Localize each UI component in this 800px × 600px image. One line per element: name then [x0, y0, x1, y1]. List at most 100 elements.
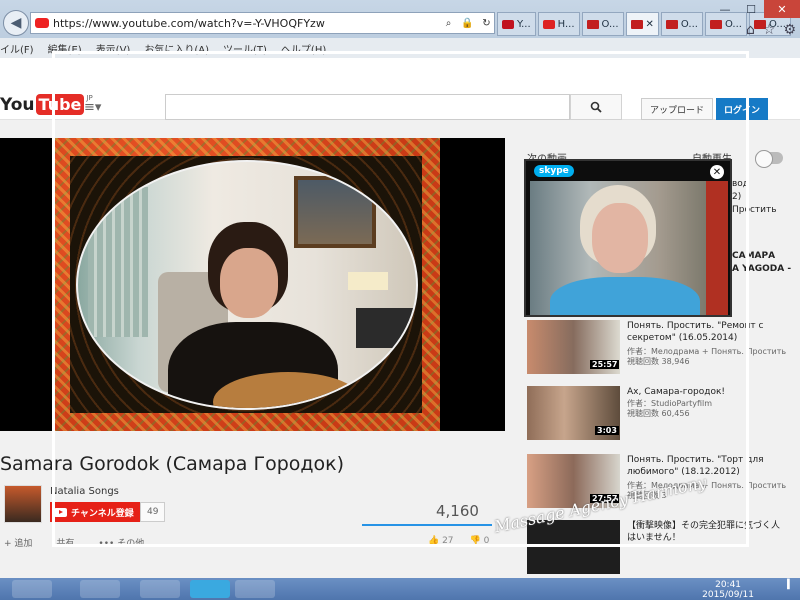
like-controls: 👍 27 👎 0 [428, 536, 489, 546]
favorites-star-icon[interactable]: ☆ [763, 22, 776, 38]
caller-body [550, 277, 700, 315]
related-title: 【衝撃映像】その完全犯罪に気づく人はいません！ [627, 521, 781, 543]
browser-tools: ⌂ ☆ ⚙ [746, 22, 796, 38]
tab[interactable]: H... [537, 12, 580, 36]
partial-rec-line: 2) [732, 192, 742, 202]
upload-button[interactable]: アップロード [641, 98, 714, 120]
tab-active[interactable]: ✕ [625, 12, 659, 36]
related-views: 視聴回数 60,456 [627, 409, 690, 418]
menu-item-edit[interactable]: 編集(E) [48, 41, 82, 56]
clock-date: 2015/09/11 [702, 590, 754, 600]
share-button[interactable]: 共有 [56, 536, 74, 549]
clock-time: 20:41 [715, 580, 742, 590]
subscriber-count: 49 [140, 502, 166, 522]
skype-bg-red [706, 181, 728, 315]
settings-gear-icon[interactable]: ⚙ [783, 22, 796, 38]
youtube-play-icon [54, 507, 67, 517]
autoplay-toggle[interactable] [755, 150, 783, 168]
search-input[interactable] [165, 94, 570, 120]
address-bar[interactable]: https://www.youtube.com/watch?v=-Y-VHOQF… [30, 12, 495, 34]
like-count: 27 [442, 536, 454, 546]
window-controls: — ☐ ✕ [712, 0, 800, 18]
search-icon[interactable]: ⌕ [441, 18, 456, 29]
logo-you-text: You [0, 94, 35, 115]
taskbar-skype-icon[interactable] [190, 580, 230, 598]
tab-close-icon[interactable]: ✕ [646, 19, 654, 30]
related-title: Понять. Простить. "Торт для любимого" (1… [627, 455, 764, 477]
menu-item-favorites[interactable]: お気に入り(A) [144, 41, 209, 56]
youtube-favicon-icon [665, 19, 678, 29]
partial-rec-line: A YAGODA - [732, 264, 792, 274]
skype-video-feed [530, 181, 728, 315]
skype-logo: skype [534, 165, 574, 177]
video-scene [76, 160, 418, 410]
window-close-icon[interactable]: ✕ [764, 0, 800, 18]
more-button[interactable]: ••• その他 [98, 536, 144, 549]
tab-label: O... [680, 18, 698, 30]
related-video[interactable]: 3:03 Ах, Самара-городок! 作者：StudioPartyf… [527, 386, 792, 442]
singer-figure [158, 222, 363, 408]
url-text: https://www.youtube.com/watch?v=-Y-VHOQF… [53, 16, 325, 30]
menu-item-tools[interactable]: ツール(T) [223, 41, 267, 56]
scene-laptop [356, 308, 416, 348]
related-video[interactable]: 25:57 Понять. Простить. "Ремонт с секрет… [527, 320, 792, 376]
taskbar-item[interactable] [12, 580, 52, 598]
video-duration: 25:57 [590, 360, 620, 369]
partial-recommendation[interactable]: САМАРА A YAGODA - [732, 250, 792, 276]
dislike-count: 0 [483, 536, 490, 546]
logo-tube-text: Tube [35, 94, 85, 115]
scene-lamp [348, 272, 388, 290]
caller-face [592, 203, 648, 273]
subscribe-button[interactable]: チャンネル登録 [50, 502, 142, 522]
ornamental-frame [52, 138, 440, 431]
menu-item-help[interactable]: ヘルプ(H) [281, 41, 326, 56]
youtube-logo[interactable]: You Tube JP [0, 94, 93, 115]
video-actions: + 追加 共有 ••• その他 [4, 536, 144, 549]
tab-label: O... [724, 18, 742, 30]
partial-rec-line: САМАРА [732, 251, 776, 261]
maximize-icon[interactable]: ☐ [738, 0, 764, 18]
system-clock[interactable]: 20:41 2015/09/11 [702, 580, 754, 600]
youtube-header: You Tube JP ≡▾ アップロード ログイン [0, 58, 800, 120]
menu-item-view[interactable]: 表示(V) [96, 41, 131, 56]
taskbar-item[interactable] [235, 580, 275, 598]
back-button[interactable]: ◀ [3, 10, 29, 36]
tab-label: H... [557, 18, 575, 30]
tab[interactable]: Y... [497, 12, 536, 36]
channel-avatar[interactable] [4, 485, 42, 523]
tab[interactable]: O... [660, 12, 703, 36]
subscribe-label: チャンネル登録 [71, 508, 134, 519]
menu-bar: イル(F) 編集(E) 表示(V) お気に入り(A) ツール(T) ヘルプ(H) [0, 38, 800, 58]
partial-recommendation[interactable]: вод 2) Простить [732, 178, 792, 217]
add-to-button[interactable]: + 追加 [4, 536, 32, 549]
refresh-icon[interactable]: ↻ [479, 18, 494, 29]
youtube-favicon-icon [35, 18, 49, 28]
channel-name[interactable]: Natalia Songs [50, 486, 119, 497]
dislike-button[interactable]: 👎 0 [470, 536, 490, 546]
youtube-favicon-icon [630, 19, 643, 29]
search-button[interactable] [570, 94, 622, 120]
menu-item-file[interactable]: イル(F) [0, 41, 34, 56]
related-views: 視聴回数 38,946 [627, 357, 690, 366]
scene-window [88, 187, 148, 337]
related-video[interactable]: 【衝撃映像】その完全犯罪に気づく人はいません！ [527, 520, 792, 576]
partial-rec-line: Простить [732, 205, 777, 215]
home-icon[interactable]: ⌂ [746, 22, 755, 38]
skype-close-icon[interactable]: ✕ [710, 165, 724, 179]
system-tray: ▍ [787, 580, 794, 590]
tab[interactable]: O... [581, 12, 624, 36]
minimize-icon[interactable]: — [712, 0, 738, 18]
tray-show-desktop-icon[interactable]: ▍ [787, 580, 794, 590]
search-icon [590, 101, 602, 113]
taskbar-item[interactable] [80, 580, 120, 598]
partial-rec-line: вод [732, 179, 750, 189]
video-title: Samara Gorodok (Самара Городок) [0, 453, 345, 475]
login-button[interactable]: ログイン [716, 98, 769, 120]
video-player[interactable] [0, 138, 505, 431]
youtube-favicon-icon [586, 19, 599, 29]
related-title: Понять. Простить. "Ремонт с секретом" (1… [627, 321, 764, 343]
guide-menu-icon[interactable]: ≡▾ [84, 100, 101, 115]
skype-call-window[interactable]: skype ✕ [524, 159, 732, 317]
taskbar-item[interactable] [140, 580, 180, 598]
like-button[interactable]: 👍 27 [428, 536, 454, 546]
